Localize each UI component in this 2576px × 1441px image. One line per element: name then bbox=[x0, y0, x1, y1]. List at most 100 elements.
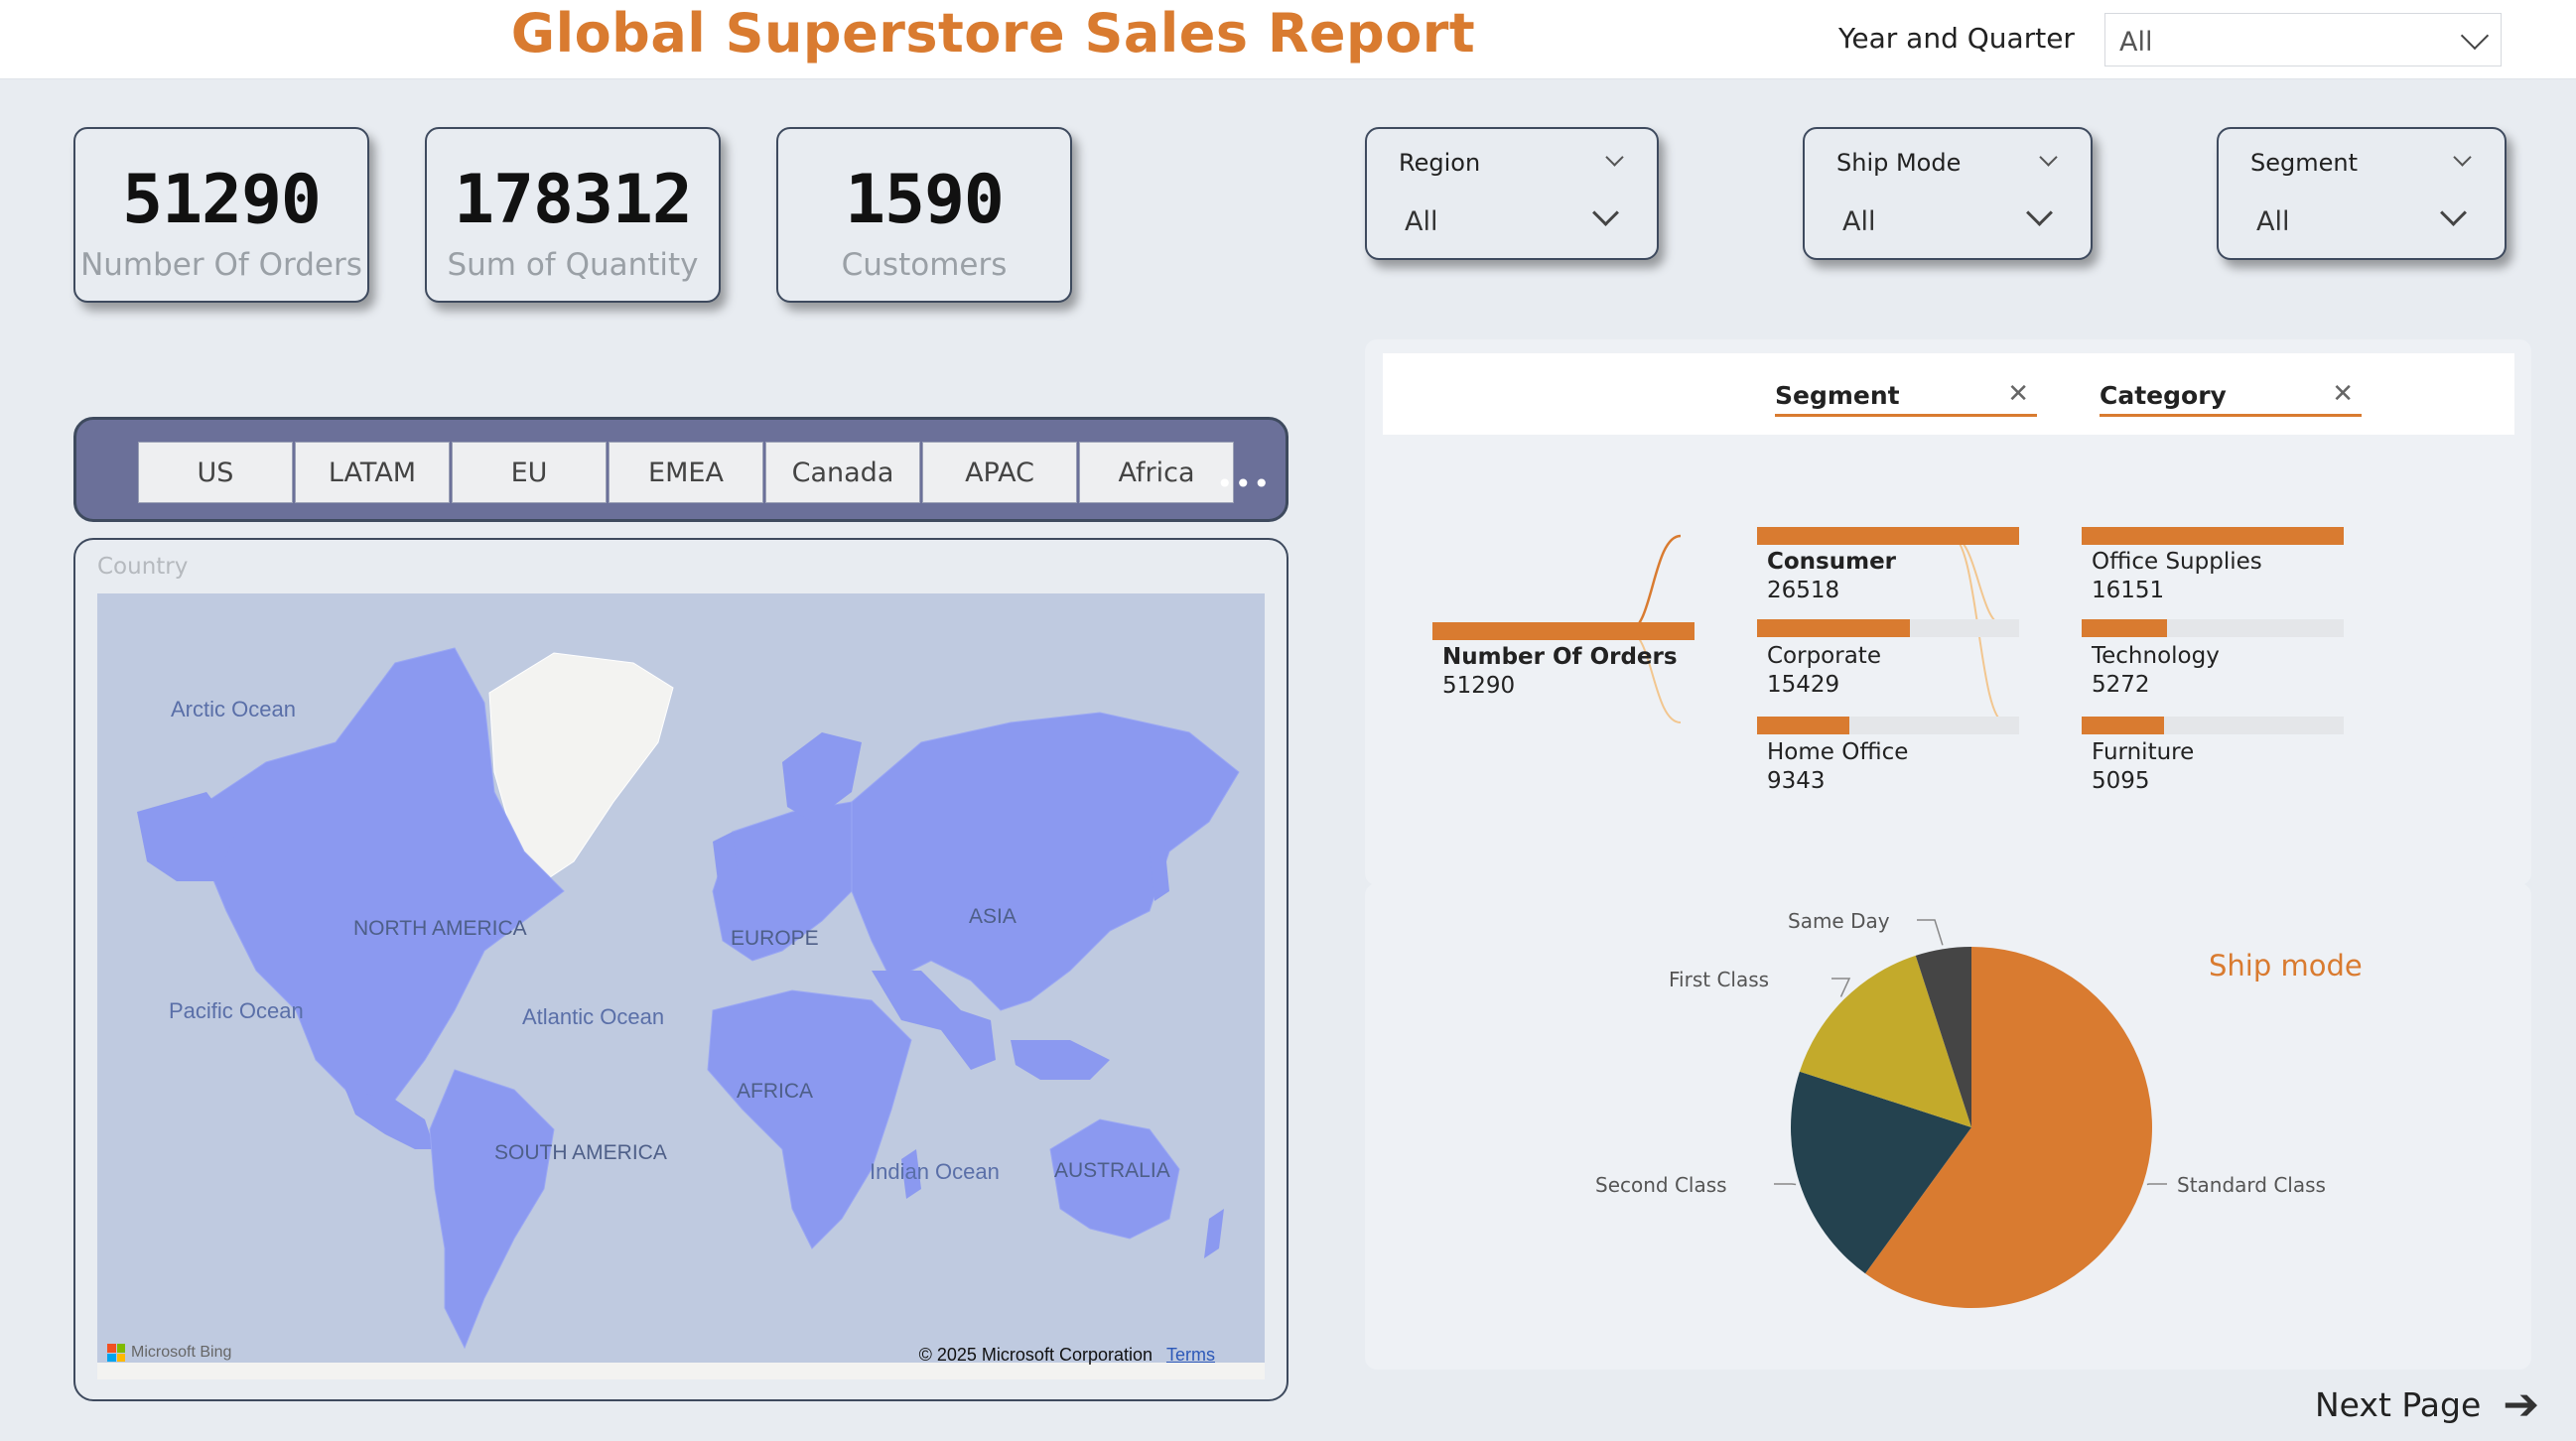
node-value: 15429 bbox=[1767, 672, 1840, 698]
kpi-label: Customers bbox=[841, 247, 1008, 283]
bing-label: Microsoft Bing bbox=[131, 1344, 232, 1361]
kpi-label: Sum of Quantity bbox=[447, 247, 699, 283]
kpi-card-orders: 51290 Number Of Orders bbox=[73, 127, 369, 303]
ocean-label: Atlantic Ocean bbox=[522, 1004, 665, 1029]
segment-bar-track[interactable] bbox=[1757, 619, 2019, 637]
ocean-label: Arctic Ocean bbox=[171, 697, 296, 721]
node-value: 5272 bbox=[2092, 672, 2150, 698]
segment-bar bbox=[1757, 619, 1910, 637]
segment-node-corporate[interactable]: Corporate 15429 bbox=[1767, 642, 1881, 700]
map-visual: Country Arctic Ocean Pacific Ocean Atlan… bbox=[73, 538, 1288, 1401]
ocean-label: Pacific Ocean bbox=[169, 998, 304, 1023]
continent-label: AFRICA bbox=[737, 1080, 814, 1103]
central-america-shape bbox=[345, 1090, 435, 1149]
continent-label: ASIA bbox=[969, 905, 1017, 928]
map-copyright: © 2025 Microsoft Corporation Terms bbox=[919, 1345, 1215, 1366]
kpi-card-quantity: 178312 Sum of Quantity bbox=[425, 127, 721, 303]
node-name: Home Office bbox=[1767, 739, 1909, 765]
category-node-technology[interactable]: Technology 5272 bbox=[2092, 642, 2220, 700]
node-name: Number Of Orders bbox=[1442, 644, 1678, 670]
node-value: 5095 bbox=[2092, 768, 2150, 794]
segment-bar bbox=[1757, 717, 1849, 734]
category-node-office-supplies[interactable]: Office Supplies 16151 bbox=[2092, 548, 2262, 605]
map-title: Country bbox=[97, 554, 189, 580]
slicer-value: All bbox=[1842, 206, 1876, 237]
kpi-value: 178312 bbox=[454, 161, 693, 239]
chevron-down-icon[interactable] bbox=[2453, 148, 2472, 167]
region-button-africa[interactable]: Africa bbox=[1079, 442, 1234, 503]
arrow-right-icon: ➔ bbox=[2503, 1379, 2540, 1430]
chevron-down-icon[interactable] bbox=[1592, 199, 1619, 226]
category-bar-track[interactable] bbox=[2082, 619, 2344, 637]
year-quarter-dropdown[interactable]: All bbox=[2104, 13, 2502, 66]
chevron-down-icon bbox=[2460, 21, 2490, 51]
chevron-down-icon[interactable] bbox=[1605, 148, 1624, 167]
chevron-down-icon[interactable] bbox=[2440, 199, 2467, 226]
decomp-links bbox=[1627, 534, 2006, 723]
year-quarter-value: All bbox=[2119, 27, 2153, 58]
slicer-value: All bbox=[2256, 206, 2290, 237]
node-name: Furniture bbox=[2092, 739, 2195, 765]
region-button-us[interactable]: US bbox=[138, 442, 293, 503]
segment-bar-track[interactable] bbox=[1757, 527, 2019, 545]
chevron-down-icon[interactable] bbox=[2026, 199, 2053, 226]
root-node-label[interactable]: Number Of Orders 51290 bbox=[1442, 643, 1678, 701]
slice-label: Same Day bbox=[1788, 909, 1890, 933]
continent-label: SOUTH AMERICA bbox=[494, 1141, 667, 1164]
root-bar-track[interactable] bbox=[1432, 622, 1695, 640]
segment-slicer[interactable]: Segment All bbox=[2217, 127, 2507, 260]
segment-node-home-office[interactable]: Home Office 9343 bbox=[1767, 738, 1908, 796]
leader-line bbox=[1917, 919, 1944, 946]
region-button-apac[interactable]: APAC bbox=[922, 442, 1077, 503]
region-button-eu[interactable]: EU bbox=[452, 442, 607, 503]
category-bar bbox=[2082, 717, 2164, 734]
map-canvas[interactable]: Arctic Ocean Pacific Ocean Atlantic Ocea… bbox=[97, 593, 1265, 1379]
node-value: 16151 bbox=[2092, 578, 2165, 603]
next-page-label: Next Page bbox=[2315, 1385, 2482, 1424]
node-value: 26518 bbox=[1767, 578, 1840, 603]
segment-bar bbox=[1757, 527, 2019, 545]
slice-label: Standard Class bbox=[2177, 1173, 2326, 1197]
slice-label: First Class bbox=[1669, 968, 1770, 991]
more-options-icon[interactable]: ••• bbox=[1216, 467, 1272, 500]
segment-bar-track[interactable] bbox=[1757, 717, 2019, 734]
continent-label: AUSTRALIA bbox=[1054, 1159, 1170, 1182]
leader-line bbox=[1831, 978, 1851, 997]
next-page-button[interactable]: Next Page ➔ bbox=[2315, 1379, 2539, 1430]
region-button-latam[interactable]: LATAM bbox=[295, 442, 450, 503]
chevron-down-icon[interactable] bbox=[2039, 148, 2058, 167]
slicer-value: All bbox=[1405, 206, 1438, 237]
bing-attribution: Microsoft Bing bbox=[107, 1344, 231, 1362]
asia-shape bbox=[851, 712, 1240, 1011]
ship-mode-slicer[interactable]: Ship Mode All bbox=[1803, 127, 2093, 260]
category-bar-track[interactable] bbox=[2082, 527, 2344, 545]
kpi-label: Number Of Orders bbox=[80, 247, 362, 283]
region-button-canada[interactable]: Canada bbox=[765, 442, 920, 503]
copyright-text: © 2025 Microsoft Corporation bbox=[918, 1345, 1152, 1365]
region-button-emea[interactable]: EMEA bbox=[609, 442, 763, 503]
terms-link[interactable]: Terms bbox=[1166, 1345, 1215, 1365]
decomposition-tree: Segment ✕ Category ✕ Number Of Orders 51… bbox=[1365, 339, 2531, 885]
region-slicer[interactable]: Region All bbox=[1365, 127, 1659, 260]
node-name: Technology bbox=[2092, 643, 2220, 669]
category-bar-track[interactable] bbox=[2082, 717, 2344, 734]
node-value: 51290 bbox=[1442, 673, 1516, 699]
node-name: Consumer bbox=[1767, 549, 1897, 575]
region-button-bar: US LATAM EU EMEA Canada APAC Africa ••• bbox=[73, 417, 1288, 522]
slice-label: Second Class bbox=[1595, 1173, 1727, 1197]
category-bar bbox=[2082, 527, 2344, 545]
new-zealand-shape bbox=[1204, 1209, 1224, 1258]
category-bar bbox=[2082, 619, 2167, 637]
kpi-card-customers: 1590 Customers bbox=[776, 127, 1072, 303]
root-bar bbox=[1432, 622, 1695, 640]
ocean-label: Indian Ocean bbox=[870, 1159, 1000, 1184]
kpi-value: 1590 bbox=[845, 161, 1005, 239]
top-bar: Global Superstore Sales Report Year and … bbox=[0, 0, 2576, 79]
africa-shape bbox=[707, 989, 912, 1249]
category-node-furniture[interactable]: Furniture 5095 bbox=[2092, 738, 2194, 796]
continent-label: NORTH AMERICA bbox=[353, 917, 527, 940]
segment-node-consumer[interactable]: Consumer 26518 bbox=[1767, 548, 1896, 605]
node-name: Corporate bbox=[1767, 643, 1881, 669]
kpi-value: 51290 bbox=[122, 161, 322, 239]
slicer-title: Segment bbox=[2250, 149, 2358, 177]
